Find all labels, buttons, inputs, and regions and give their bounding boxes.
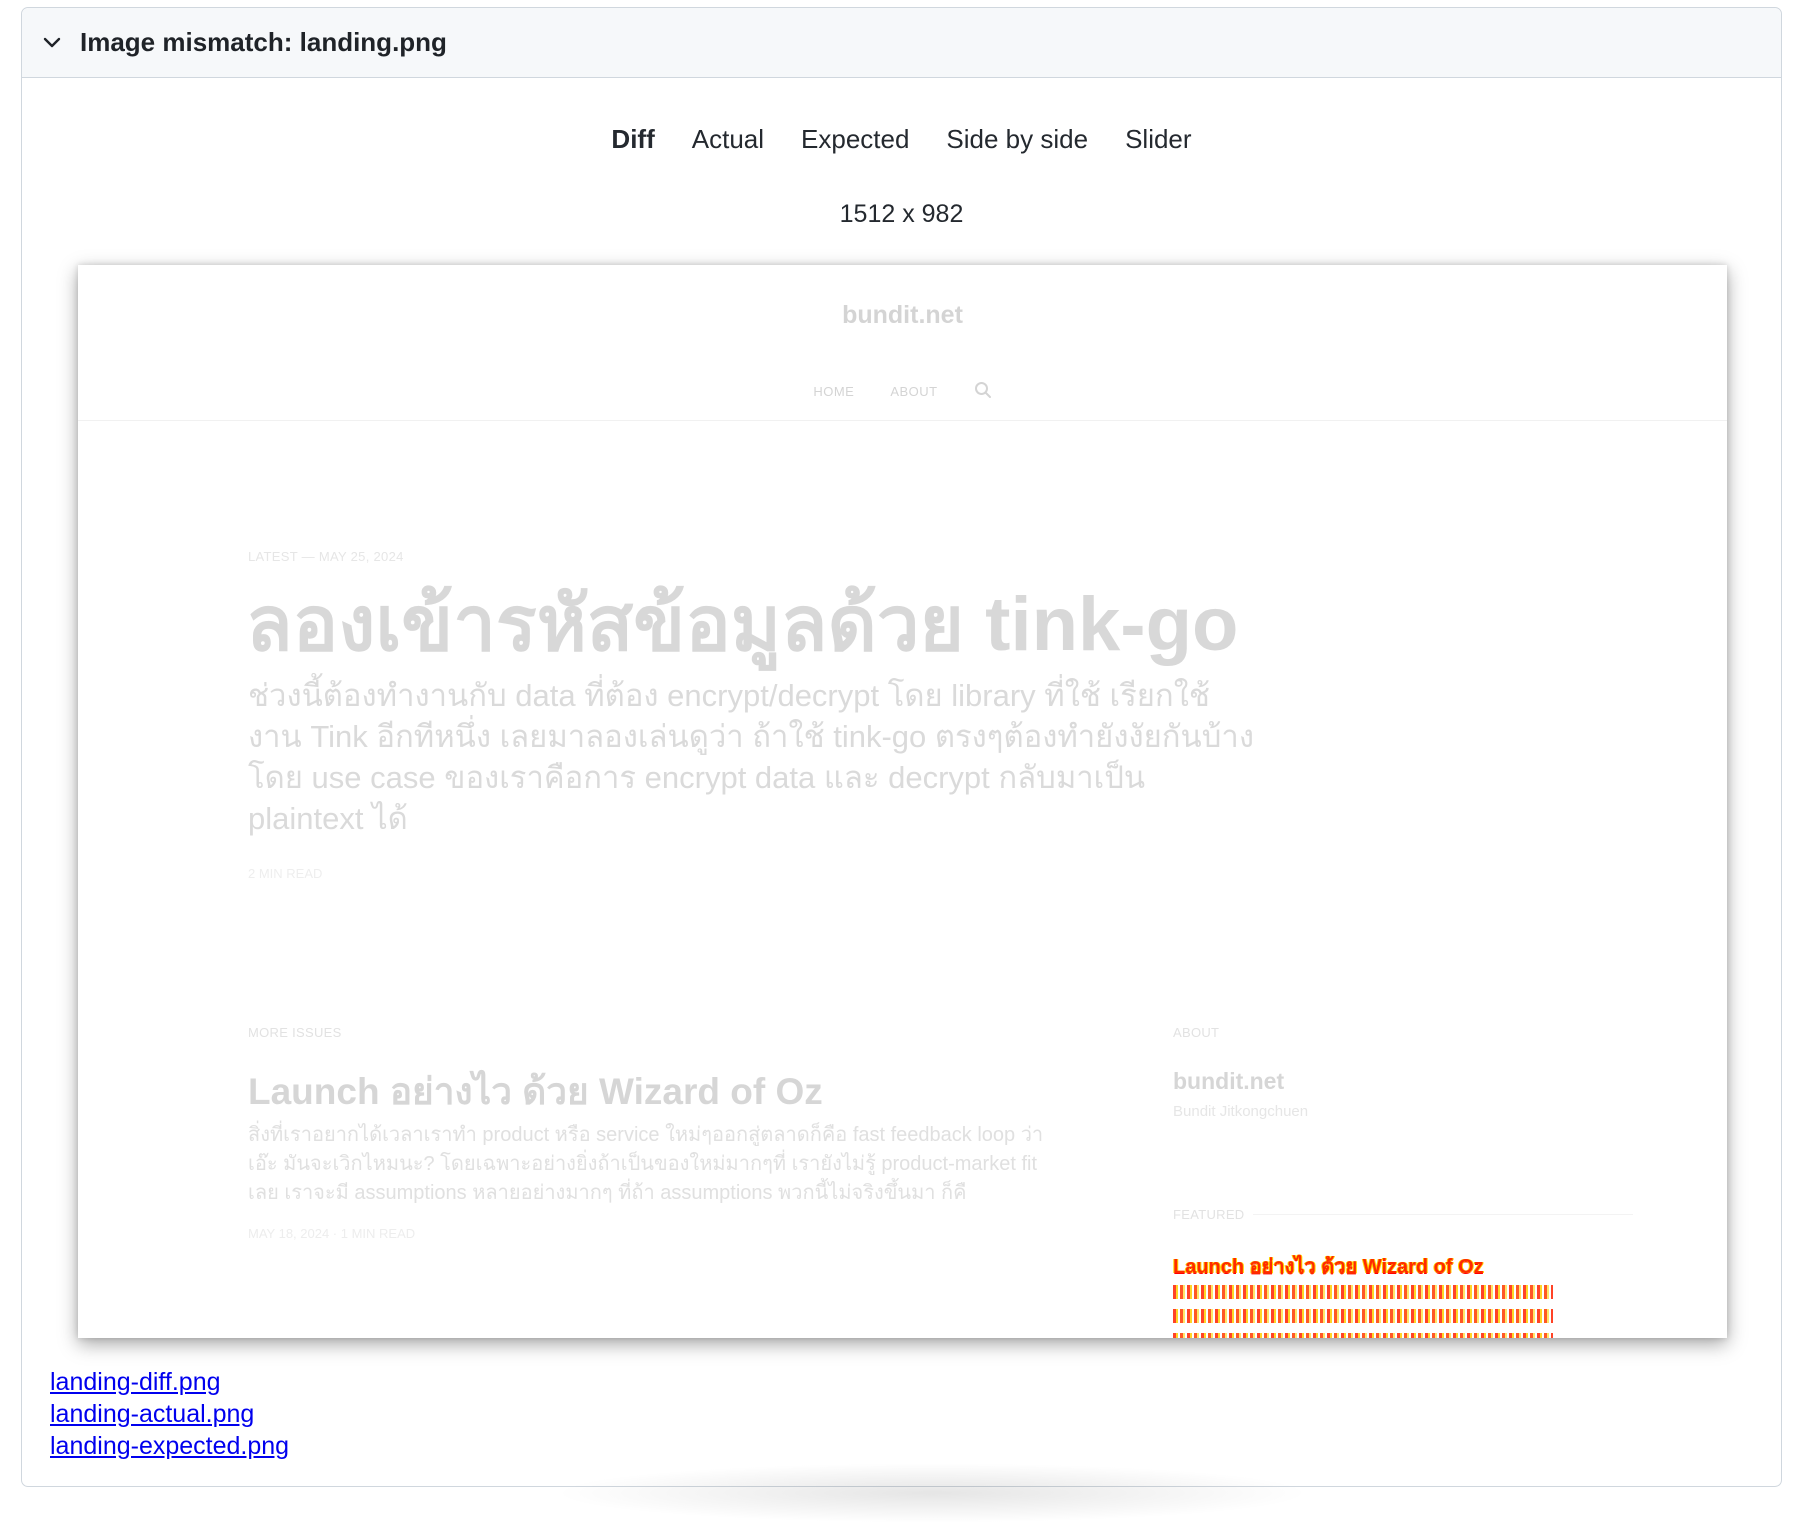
tab-diff[interactable]: Diff <box>611 124 654 155</box>
site-title: bundit.net <box>842 301 963 329</box>
featured-title-diff: Launch อย่างไว ด้วย Wizard of Oz <box>1173 1256 1484 1278</box>
tab-actual[interactable]: Actual <box>692 124 764 155</box>
diff-line <box>1173 1285 1553 1299</box>
chevron-down-icon[interactable] <box>40 31 64 55</box>
about-name: bundit.net <box>1173 1068 1285 1094</box>
tab-slider[interactable]: Slider <box>1125 124 1191 155</box>
site-nav: HOME ABOUT <box>78 381 1727 402</box>
featured-divider <box>1253 1214 1633 1215</box>
diff-line <box>1173 1309 1553 1323</box>
view-mode-tabs: Diff Actual Expected Side by side Slider <box>22 124 1781 155</box>
link-expected-image[interactable]: landing-expected.png <box>50 1434 289 1459</box>
about-label: ABOUT <box>1173 1025 1220 1040</box>
tab-side-by-side[interactable]: Side by side <box>946 124 1088 155</box>
panel-header[interactable]: Image mismatch: landing.png <box>22 8 1781 78</box>
about-author: Bundit Jitkongchuen <box>1173 1103 1309 1120</box>
diff-image: bundit.net HOME ABOUT LATEST — MAY 25, 2… <box>78 265 1727 1338</box>
post-meta: MAY 18, 2024 · 1 MIN READ <box>248 1226 416 1241</box>
post-excerpt: สิ่งที่เราอยากได้เวลาเราทำ product หรือ … <box>248 1124 1044 1204</box>
attachment-links: landing-diff.png landing-actual.png land… <box>50 1370 289 1459</box>
image-mismatch-panel: Image mismatch: landing.png Diff Actual … <box>21 7 1782 1523</box>
shadow-blur <box>552 1463 1312 1523</box>
tab-expected[interactable]: Expected <box>801 124 909 155</box>
diff-line <box>1173 1333 1553 1338</box>
nav-about: ABOUT <box>890 384 938 399</box>
nav-divider <box>78 420 1727 421</box>
featured-label: FEATURED <box>1173 1207 1245 1222</box>
post-title: Launch อย่างไว ด้วย Wizard of Oz <box>248 1071 823 1112</box>
link-diff-image[interactable]: landing-diff.png <box>50 1370 289 1395</box>
diff-highlight-region <box>1173 1285 1553 1338</box>
panel-title: Image mismatch: landing.png <box>80 27 447 57</box>
link-actual-image[interactable]: landing-actual.png <box>50 1402 289 1427</box>
more-issues-label: MORE ISSUES <box>248 1025 342 1040</box>
search-icon <box>974 381 992 402</box>
hero-title: ลองเข้ารหัสข้อมูลด้วย tink-go <box>246 582 1239 667</box>
hero-excerpt: ช่วงนี้ต้องทำงานกับ data ที่ต้อง encrypt… <box>248 678 1254 836</box>
latest-meta: LATEST — MAY 25, 2024 <box>248 549 404 564</box>
nav-home: HOME <box>813 384 855 399</box>
image-dimensions: 1512 x 982 <box>839 200 964 228</box>
hero-read-time: 2 MIN READ <box>248 866 323 881</box>
